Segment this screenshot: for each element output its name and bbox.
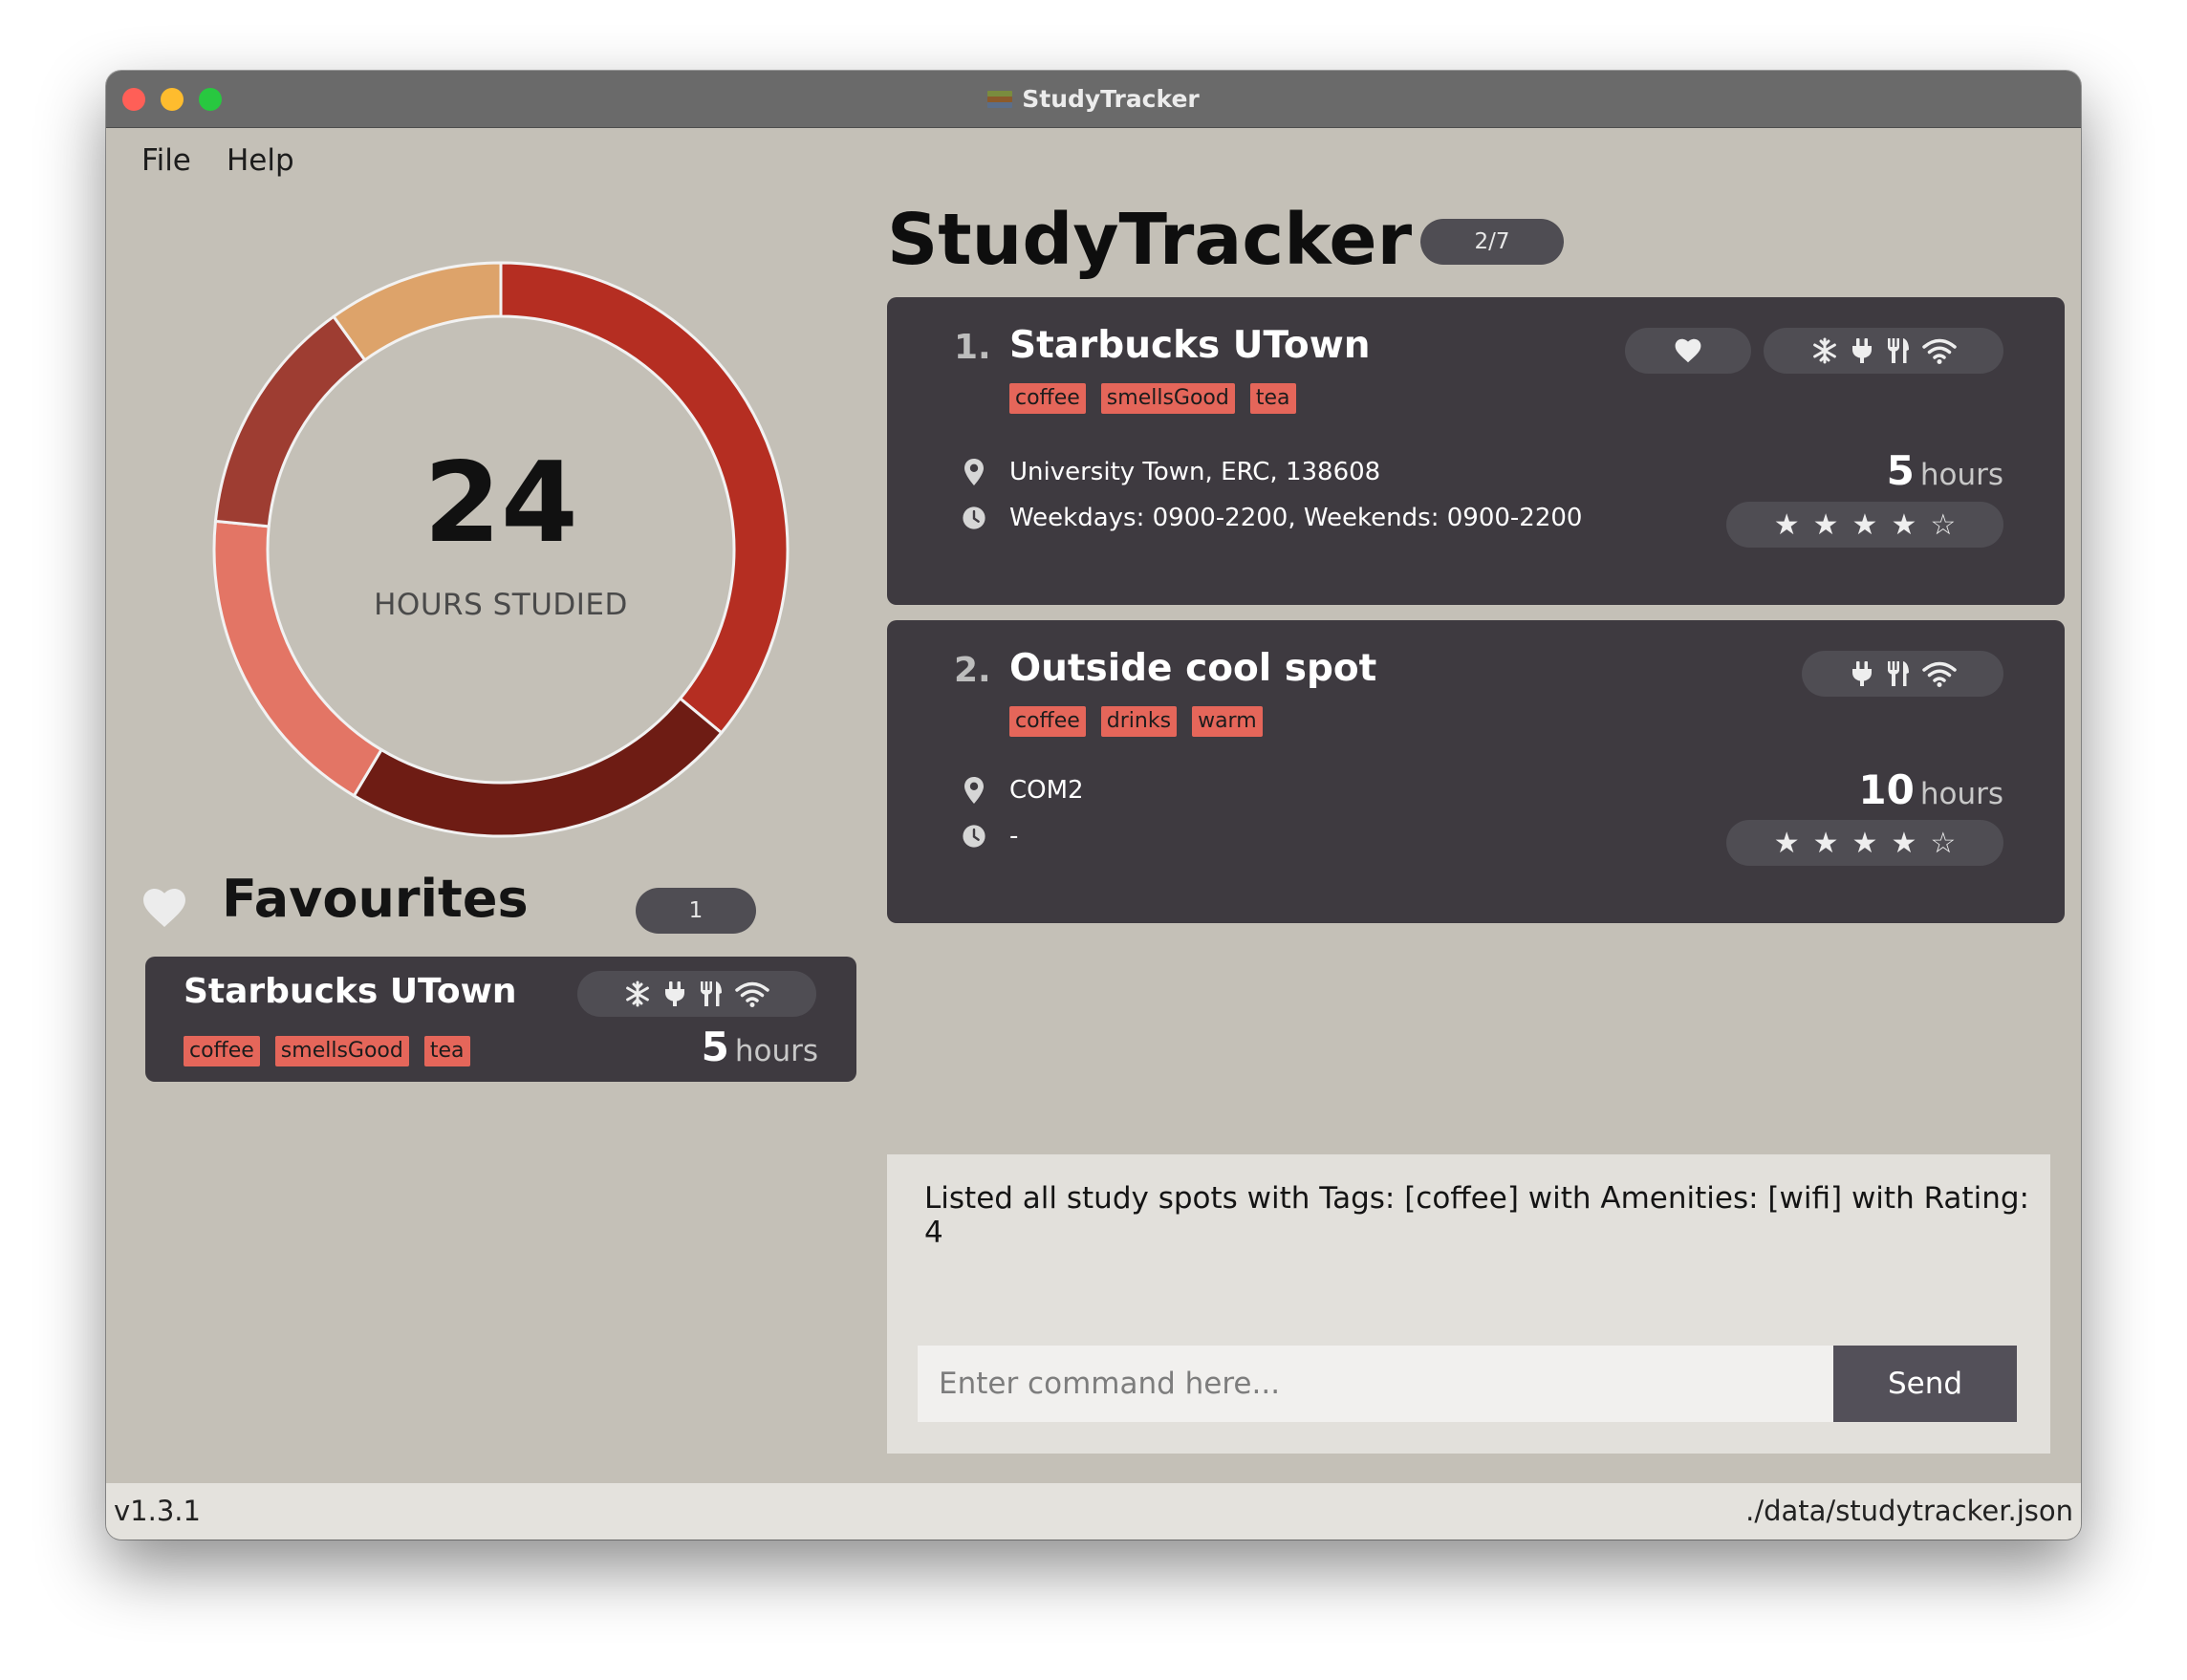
wifi-icon (734, 980, 770, 1008)
spot-address-row: COM2 (962, 776, 1084, 805)
favourites-count-badge: 1 (636, 888, 756, 934)
spot-address-row: University Town, ERC, 138608 (962, 458, 1380, 486)
star-empty-icon: ☆ (1930, 507, 1957, 542)
wifi-icon (1921, 659, 1958, 688)
tag: tea (1249, 383, 1296, 414)
spot-opening-hours: - (1009, 822, 1019, 851)
spot-name: Outside cool spot (1009, 647, 1377, 690)
heart-icon (1675, 338, 1701, 363)
menu-file[interactable]: File (141, 127, 191, 194)
location-pin-icon (963, 776, 985, 805)
app-window: StudyTracker File Help 24 HOURS STUDIED … (106, 71, 2081, 1540)
window-title: StudyTracker (1022, 85, 1200, 113)
star-filled-icon: ★ (1891, 507, 1917, 542)
utensils-icon (698, 980, 725, 1008)
star-filled-icon: ★ (1812, 826, 1839, 860)
hours-studied-label: HOURS STUDIED (374, 588, 628, 622)
donut-center: 24 HOURS STUDIED (200, 248, 802, 851)
star-filled-icon: ★ (1773, 826, 1800, 860)
spot-index: 1. (954, 328, 991, 367)
rating-stars: ★ ★ ★ ★ ☆ (1726, 820, 2003, 866)
spot-opening-hours: Weekdays: 0900-2200, Weekends: 0900-2200 (1009, 504, 1583, 532)
clock-icon (962, 505, 986, 531)
clock-icon (962, 823, 986, 850)
favourite-toggle[interactable] (1625, 328, 1751, 374)
window-title-group: StudyTracker (106, 71, 2081, 127)
favourite-card[interactable]: Starbucks UTown coffee smellsGood tea 5h… (145, 957, 856, 1082)
rating-stars: ★ ★ ★ ★ ☆ (1726, 502, 2003, 548)
spot-opening-hours-row: - (962, 822, 1018, 851)
favourite-amenities (577, 971, 816, 1017)
command-input[interactable] (918, 1346, 1833, 1422)
utensils-icon (1885, 659, 1912, 688)
spot-opening-hours-row: Weekdays: 0900-2200, Weekends: 0900-2200 (962, 504, 1582, 532)
snowflake-icon (623, 980, 652, 1008)
study-spot-card-2[interactable]: 2. Outside cool spot coffee drinks warm … (887, 620, 2065, 923)
spot-address: University Town, ERC, 138608 (1009, 458, 1381, 486)
result-panel: Listed all study spots with Tags: [coffe… (887, 1154, 2050, 1454)
tag: coffee (184, 1036, 260, 1066)
spot-tags: coffee smellsGood tea (1009, 383, 1296, 414)
tag: smellsGood (1100, 383, 1235, 414)
spot-address: COM2 (1009, 776, 1084, 805)
star-filled-icon: ★ (1851, 826, 1878, 860)
favourites-title: Favourites (222, 869, 529, 929)
version-label: v1.3.1 (114, 1495, 201, 1527)
books-icon (987, 90, 1013, 109)
spot-hours: 5 hours (1886, 447, 2003, 494)
plug-icon (1849, 336, 1875, 365)
star-filled-icon: ★ (1891, 826, 1917, 860)
send-button[interactable]: Send (1833, 1346, 2017, 1422)
tag: coffee (1009, 383, 1086, 414)
spot-amenities (1764, 328, 2003, 374)
tag: coffee (1009, 706, 1086, 737)
data-file-path: ./data/studytracker.json (1745, 1495, 2073, 1527)
spot-amenities (1802, 651, 2003, 697)
location-pin-icon (963, 458, 985, 486)
spot-hours: 10 hours (1858, 766, 2003, 813)
study-spot-card-1[interactable]: 1. Starbucks UTown coffee smellsGood tea… (887, 297, 2065, 605)
star-filled-icon: ★ (1812, 507, 1839, 542)
status-bar: v1.3.1 ./data/studytracker.json (106, 1483, 2081, 1540)
spot-index: 2. (954, 651, 991, 690)
utensils-icon (1885, 336, 1912, 365)
snowflake-icon (1810, 336, 1839, 365)
spot-tags: coffee drinks warm (1009, 706, 1263, 737)
page-title: StudyTracker (887, 199, 1413, 281)
tag: warm (1192, 706, 1263, 737)
plug-icon (1849, 659, 1875, 688)
star-filled-icon: ★ (1773, 507, 1800, 542)
tag: drinks (1100, 706, 1178, 737)
title-bar[interactable]: StudyTracker (106, 71, 2081, 128)
star-empty-icon: ☆ (1930, 826, 1957, 860)
spot-name: Starbucks UTown (1009, 324, 1371, 367)
hours-studied-total: 24 (423, 439, 578, 568)
tag: smellsGood (274, 1036, 409, 1066)
favourite-hours: 5 hours (701, 1023, 818, 1070)
wifi-icon (1921, 336, 1958, 365)
tag: tea (423, 1036, 470, 1066)
favourite-tags: coffee smellsGood tea (184, 1036, 470, 1066)
favourite-name: Starbucks UTown (184, 972, 517, 1011)
plug-icon (661, 980, 688, 1008)
heart-icon (143, 888, 185, 928)
result-message: Listed all study spots with Tags: [coffe… (924, 1181, 2029, 1250)
page-indicator-badge: 2/7 (1420, 219, 1564, 265)
star-filled-icon: ★ (1851, 507, 1878, 542)
menu-help[interactable]: Help (227, 127, 294, 194)
menu-bar: File Help (106, 127, 2081, 194)
